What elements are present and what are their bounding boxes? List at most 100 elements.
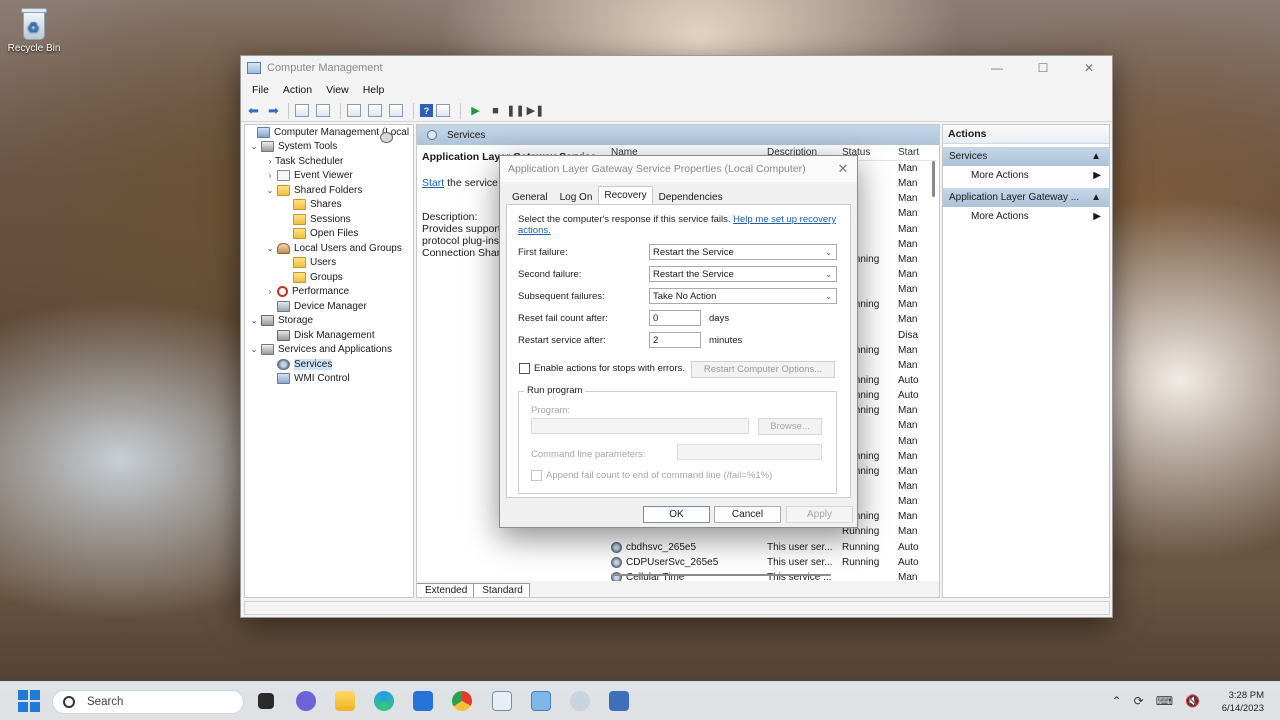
store-icon[interactable] [413,691,433,711]
close-button[interactable]: ✕ [1066,56,1112,80]
first-failure-label: First failure: [518,247,568,258]
device-manager-taskbar-icon[interactable] [609,691,629,711]
collapse-up-icon: ▲ [1091,192,1101,203]
tree-item-local-users[interactable]: ⌄ Local Users and Groups [245,241,413,256]
tab-dependencies[interactable]: Dependencies [653,188,729,204]
tree-item-event-viewer[interactable]: › Event Viewer [245,169,413,184]
first-failure-select[interactable]: Restart the Service ⌄ [649,244,837,260]
program-label: Program: [531,405,571,416]
vertical-scrollbar[interactable] [929,161,937,557]
network-icon[interactable]: ⌨ [1156,694,1173,708]
reset-fail-count-input[interactable]: 0 [649,310,701,326]
tree-item-device-manager[interactable]: Device Manager [245,299,413,314]
table-row[interactable]: CDPUserSvc_265e5 This user ser... Running A… [607,555,937,570]
maximize-button[interactable]: ☐ [1020,56,1066,80]
properties-icon[interactable] [347,104,361,117]
recycle-bin-desktop-icon[interactable]: ♻ Recycle Bin [4,6,64,54]
ok-button[interactable]: OK [643,506,710,523]
menu-file[interactable]: File [245,84,276,96]
more-actions-services[interactable]: More Actions ▶ [943,166,1109,185]
tree-item-wmi-control[interactable]: WMI Control [245,372,413,387]
back-arrow-icon[interactable]: ⬅ [245,103,262,119]
service-gear-icon [611,556,622,568]
subsequent-failures-select[interactable]: Take No Action ⌄ [649,288,837,304]
forward-arrow-icon[interactable]: ➡ [265,103,282,119]
show-action-pane-icon[interactable] [436,104,450,117]
start-service-icon[interactable]: ▶ [467,103,484,119]
services-taskbar-icon[interactable] [570,691,590,711]
program-input[interactable] [531,418,749,434]
cancel-button[interactable]: Cancel [714,506,781,523]
tree-item-open-files[interactable]: Open Files [245,227,413,242]
apply-button[interactable]: Apply [786,506,853,523]
second-failure-select[interactable]: Restart the Service ⌄ [649,266,837,282]
up-folder-icon[interactable] [295,104,309,117]
show-hidden-icons-chevron-icon[interactable]: ⌃ [1112,694,1122,708]
restart-service-icon[interactable]: ▶❚ [527,103,545,119]
tree-item-users[interactable]: Users [245,256,413,271]
tree-item-services-apps[interactable]: ⌄ Services and Applications [245,343,413,358]
sync-icon[interactable]: ⟳ [1134,694,1144,708]
tree-item-disk-management[interactable]: Disk Management [245,328,413,343]
tree-item-performance[interactable]: › Performance [245,285,413,300]
clock-date: 6/14/2023 [1221,703,1264,714]
taskbar: Search ⌃ ⟳ ⌨ 🔇 3:28 PM 6/14/2023 [0,681,1280,720]
run-program-label: Run program [524,385,586,396]
help-icon[interactable]: ? [420,104,433,117]
tab-log-on[interactable]: Log On [554,188,599,204]
table-row[interactable]: cbdhsvc_265e5 This user ser... Running Auto [607,540,937,555]
tree-item-storage[interactable]: ⌄ Storage [245,314,413,329]
tree-item-services[interactable]: Services [245,357,413,372]
tree-item-shares[interactable]: Shares [245,198,413,213]
computer-management-taskbar-icon[interactable] [492,691,512,711]
tab-general[interactable]: General [506,188,554,204]
restart-service-input[interactable]: 2 [649,332,701,348]
chevron-down-icon: ⌄ [825,291,832,301]
menu-action[interactable]: Action [276,84,319,96]
window-title: Computer Management [267,62,383,74]
export-list-icon[interactable] [389,104,403,117]
tree-item-shared-folders[interactable]: ⌄ Shared Folders [245,183,413,198]
tab-standard[interactable]: Standard [473,583,530,597]
append-fail-count-checkbox[interactable]: Append fail count to end of command line… [531,470,772,481]
chat-icon[interactable] [296,691,316,711]
actions-section-services[interactable]: Services ▲ [943,147,1109,166]
tree-item-task-scheduler[interactable]: › Task Scheduler [245,132,413,169]
menu-help[interactable]: Help [356,84,392,96]
title-bar[interactable]: Computer Management — ☐ ✕ [241,56,1112,80]
clock-time: 3:28 PM [1228,690,1264,701]
stop-service-icon[interactable]: ■ [487,103,504,119]
browse-button[interactable]: Browse... [758,418,822,435]
start-service-link[interactable]: Start [422,177,444,189]
remote-desktop-icon[interactable] [531,691,551,711]
taskbar-search-box[interactable]: Search [52,690,244,714]
tree-item-sessions[interactable]: Sessions [245,212,413,227]
service-startup-cell: Man [898,481,918,493]
more-actions-alg[interactable]: More Actions ▶ [943,207,1109,226]
taskbar-clock[interactable]: 3:28 PM 6/14/2023 [1222,689,1264,715]
windows-start-icon[interactable] [18,690,40,712]
show-hide-tree-icon[interactable] [316,104,330,117]
view-tabs: Extended Standard [417,581,939,597]
actions-section-alg[interactable]: Application Layer Gateway ... ▲ [943,188,1109,207]
tab-recovery[interactable]: Recovery [598,186,653,204]
tab-extended[interactable]: Extended [417,583,475,597]
tree-item-groups[interactable]: Groups [245,270,413,285]
dialog-title-bar[interactable]: Application Layer Gateway Service Proper… [500,156,857,182]
file-explorer-icon[interactable] [335,691,355,711]
dialog-close-button[interactable]: ✕ [829,161,857,177]
minimize-button[interactable]: — [974,56,1020,80]
horizontal-scrollbar[interactable] [607,571,927,579]
restart-computer-options-button[interactable]: Restart Computer Options... [691,361,835,378]
volume-muted-icon[interactable]: 🔇 [1185,694,1200,708]
command-line-input[interactable] [677,444,822,460]
menu-view[interactable]: View [319,84,356,96]
chrome-icon[interactable] [452,691,472,711]
refresh-icon[interactable] [368,104,382,117]
pause-service-icon[interactable]: ❚❚ [506,103,524,119]
edge-browser-icon[interactable] [374,691,394,711]
enable-actions-checkbox[interactable]: Enable actions for stops with errors. [519,363,685,374]
column-startup-type[interactable]: Start [898,147,928,158]
task-view-icon[interactable] [258,693,274,709]
reset-fail-count-label: Reset fail count after: [518,313,608,324]
